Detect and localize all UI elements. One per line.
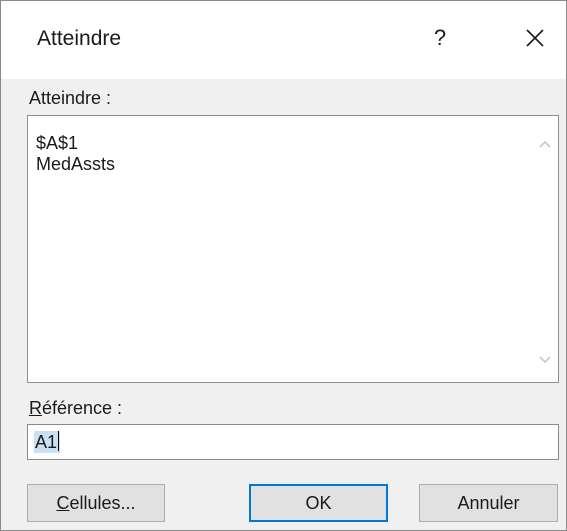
goto-dialog: Atteindre ? Atteindre : $A$1 MedAssts Ré…: [0, 0, 567, 531]
text-caret: [58, 431, 60, 451]
reference-label-accesskey: R: [29, 398, 42, 418]
goto-listbox[interactable]: $A$1 MedAssts: [27, 115, 559, 383]
goto-list-items: $A$1 MedAssts: [36, 133, 115, 175]
close-button[interactable]: [518, 21, 552, 55]
reference-label: Référence :: [29, 398, 122, 419]
scroll-down-icon[interactable]: [537, 354, 553, 366]
help-icon: ?: [433, 25, 447, 50]
scroll-up-icon[interactable]: [537, 138, 553, 150]
vertical-scrollbar[interactable]: [532, 116, 558, 382]
help-button[interactable]: ?: [425, 21, 455, 55]
reference-label-text: éférence :: [42, 398, 123, 418]
cancel-button[interactable]: Annuler: [419, 484, 558, 522]
dialog-title: Atteindre: [37, 27, 122, 50]
ok-button-label: OK: [305, 492, 332, 513]
close-icon: [526, 29, 544, 47]
reference-input[interactable]: A1: [27, 424, 559, 460]
list-item[interactable]: $A$1: [36, 133, 115, 154]
reference-value-text: A1: [35, 432, 58, 452]
list-item[interactable]: MedAssts: [36, 154, 115, 175]
title-bar: Atteindre ?: [1, 1, 566, 79]
ok-button[interactable]: OK: [249, 484, 388, 522]
cancel-button-label: Annuler: [457, 492, 520, 513]
special-cells-button[interactable]: Cellules...: [27, 484, 165, 522]
reference-value: A1: [34, 431, 61, 453]
cells-button-accesskey: C: [56, 492, 70, 513]
cells-button-text: ellules...: [69, 492, 136, 513]
goto-list-label: Atteindre :: [29, 88, 112, 108]
